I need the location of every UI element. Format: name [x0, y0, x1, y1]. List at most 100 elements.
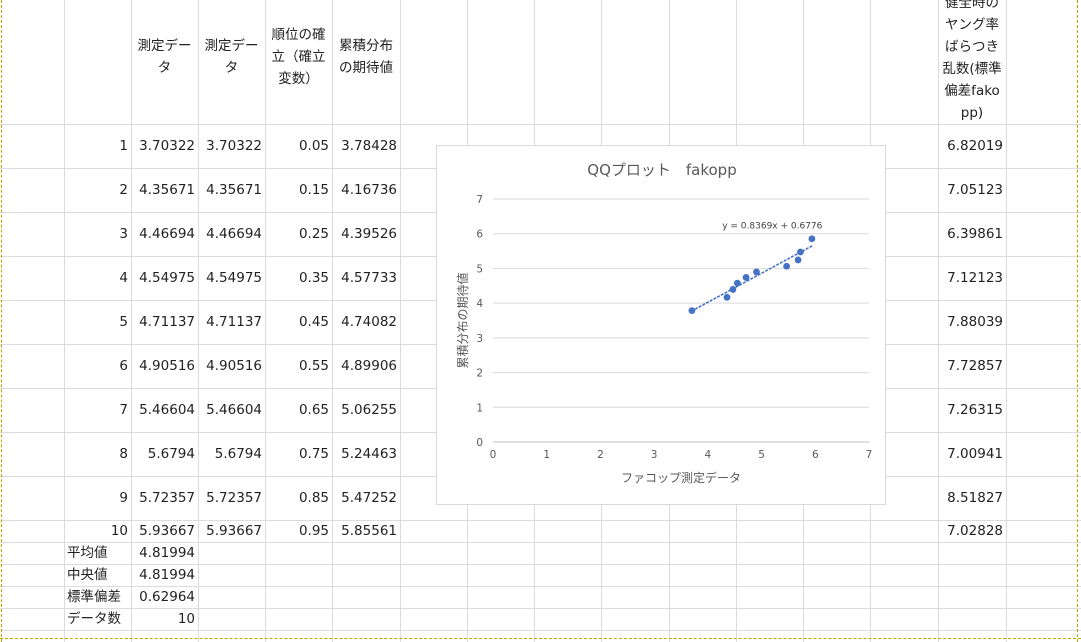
spreadsheet-grid[interactable]: 測定データ 測定データ 順位の確立（確立変数） 累積分布の期待値 健全時のヤング… [0, 0, 1081, 642]
young-modulus-random-cell[interactable]: 7.88039 [938, 311, 1006, 333]
header-cell-measured-data-1[interactable]: 測定データ [131, 35, 198, 79]
data-point [723, 293, 731, 301]
y-tick-label: 3 [476, 333, 483, 345]
row-index-cell[interactable]: 5 [64, 311, 131, 333]
grid-row-line [0, 630, 1081, 631]
young-modulus-random-cell[interactable]: 7.26315 [938, 399, 1006, 421]
measured-data-cell[interactable]: 4.90516 [131, 355, 198, 377]
cumulative-expected-cell[interactable]: 5.24463 [332, 443, 400, 465]
stat-value-cell[interactable]: 4.81994 [131, 564, 198, 586]
measured-data-copy-cell[interactable]: 4.46694 [198, 223, 265, 245]
grid-row-line [0, 124, 1081, 125]
young-modulus-random-cell[interactable]: 7.00941 [938, 443, 1006, 465]
measured-data-copy-cell[interactable]: 3.70322 [198, 135, 265, 157]
stat-value-cell[interactable]: 10 [131, 608, 198, 630]
young-modulus-random-cell[interactable]: 7.02828 [938, 520, 1006, 542]
rank-probability-cell[interactable]: 0.65 [265, 399, 332, 421]
measured-data-copy-cell[interactable]: 4.35671 [198, 179, 265, 201]
cumulative-expected-cell[interactable]: 4.89906 [332, 355, 400, 377]
measured-data-cell[interactable]: 5.46604 [131, 399, 198, 421]
qq-plot-svg: 0 1 2 3 4 5 6 7 0 1 2 3 4 5 6 7 QQプロット fakopp ファコップ測定データ 累… [455, 161, 873, 485]
y-tick-label: 6 [476, 229, 483, 241]
data-point [753, 268, 760, 276]
x-tick-label: 2 [597, 449, 604, 461]
header-cell-cumulative-expected[interactable]: 累積分布の期待値 [332, 35, 400, 79]
header-cell-rank-probability[interactable]: 順位の確立（確立変数） [265, 24, 332, 90]
young-modulus-random-cell[interactable]: 7.72857 [938, 355, 1006, 377]
x-tick-label: 7 [866, 449, 873, 461]
measured-data-copy-cell[interactable]: 4.90516 [198, 355, 265, 377]
measured-data-cell[interactable]: 3.70322 [131, 135, 198, 157]
cumulative-expected-cell[interactable]: 3.78428 [332, 135, 400, 157]
row-index-cell[interactable]: 10 [64, 520, 131, 542]
rank-probability-cell[interactable]: 0.45 [265, 311, 332, 333]
measured-data-cell[interactable]: 4.46694 [131, 223, 198, 245]
measured-data-cell[interactable]: 5.6794 [131, 443, 198, 465]
chart-title: QQプロット fakopp [587, 161, 736, 179]
stat-label-cell[interactable]: 中央値 [64, 564, 131, 586]
stat-value-cell[interactable]: 4.81994 [131, 542, 198, 564]
header-cell-young-modulus-random[interactable]: 健全時のヤング率ばらつき乱数(標準偏差fakopp) [938, 0, 1006, 124]
measured-data-copy-cell[interactable]: 4.54975 [198, 267, 265, 289]
row-index-cell[interactable]: 9 [64, 487, 131, 509]
rank-probability-cell[interactable]: 0.75 [265, 443, 332, 465]
measured-data-copy-cell[interactable]: 5.6794 [198, 443, 265, 465]
cumulative-expected-cell[interactable]: 5.06255 [332, 399, 400, 421]
x-tick-label: 1 [543, 449, 550, 461]
cumulative-expected-cell[interactable]: 5.85561 [332, 520, 400, 542]
measured-data-cell[interactable]: 4.71137 [131, 311, 198, 333]
cumulative-expected-cell[interactable]: 4.74082 [332, 311, 400, 333]
measured-data-cell[interactable]: 4.35671 [131, 179, 198, 201]
rank-probability-cell[interactable]: 0.35 [265, 267, 332, 289]
row-index-cell[interactable]: 4 [64, 267, 131, 289]
data-point [729, 286, 737, 293]
trendline-equation-label: y = 0.8369x + 0.6776 [722, 222, 822, 232]
young-modulus-random-cell[interactable]: 6.82019 [938, 135, 1006, 157]
cumulative-expected-cell[interactable]: 5.47252 [332, 487, 400, 509]
x-tick-label: 5 [758, 449, 765, 461]
measured-data-copy-cell[interactable]: 5.72357 [198, 487, 265, 509]
measured-data-cell[interactable]: 4.54975 [131, 267, 198, 289]
data-point [783, 262, 791, 270]
qq-plot-chart[interactable]: 0 1 2 3 4 5 6 7 0 1 2 3 4 5 6 7 QQプロット fakopp ファコップ測定データ 累… [436, 145, 886, 505]
rank-probability-cell[interactable]: 0.95 [265, 520, 332, 542]
measured-data-cell[interactable]: 5.93667 [131, 520, 198, 542]
y-axis-title: 累積分布の期待値 [455, 272, 470, 368]
row-index-cell[interactable]: 3 [64, 223, 131, 245]
rank-probability-cell[interactable]: 0.55 [265, 355, 332, 377]
y-tick-label: 5 [476, 263, 483, 275]
cumulative-expected-cell[interactable]: 4.57733 [332, 267, 400, 289]
stat-label-cell[interactable]: 平均値 [64, 542, 131, 564]
x-tick-label: 6 [812, 449, 819, 461]
data-point [688, 307, 696, 315]
young-modulus-random-cell[interactable]: 7.05123 [938, 179, 1006, 201]
selection-border-right [1077, 0, 1078, 642]
row-index-cell[interactable]: 6 [64, 355, 131, 377]
trendline [691, 245, 813, 312]
row-index-cell[interactable]: 2 [64, 179, 131, 201]
young-modulus-random-cell[interactable]: 7.12123 [938, 267, 1006, 289]
row-index-cell[interactable]: 7 [64, 399, 131, 421]
selection-border-left [1, 0, 2, 642]
young-modulus-random-cell[interactable]: 6.39861 [938, 223, 1006, 245]
measured-data-copy-cell[interactable]: 5.46604 [198, 399, 265, 421]
measured-data-cell[interactable]: 5.72357 [131, 487, 198, 509]
header-cell-measured-data-2[interactable]: 測定データ [198, 35, 265, 79]
young-modulus-random-cell[interactable]: 8.51827 [938, 487, 1006, 509]
measured-data-copy-cell[interactable]: 5.93667 [198, 520, 265, 542]
stat-value-cell[interactable]: 0.62964 [131, 586, 198, 608]
row-index-cell[interactable]: 1 [64, 135, 131, 157]
stat-label-cell[interactable]: 標準偏差 [64, 586, 131, 608]
rank-probability-cell[interactable]: 0.85 [265, 487, 332, 509]
cumulative-expected-cell[interactable]: 4.39526 [332, 223, 400, 245]
y-tick-label: 7 [476, 194, 483, 206]
stat-label-cell[interactable]: データ数 [64, 608, 131, 630]
cumulative-expected-cell[interactable]: 4.16736 [332, 179, 400, 201]
measured-data-copy-cell[interactable]: 4.71137 [198, 311, 265, 333]
row-index-cell[interactable]: 8 [64, 443, 131, 465]
rank-probability-cell[interactable]: 0.15 [265, 179, 332, 201]
y-tick-label: 1 [476, 402, 483, 414]
rank-probability-cell[interactable]: 0.25 [265, 223, 332, 245]
rank-probability-cell[interactable]: 0.05 [265, 135, 332, 157]
data-point [742, 274, 750, 281]
